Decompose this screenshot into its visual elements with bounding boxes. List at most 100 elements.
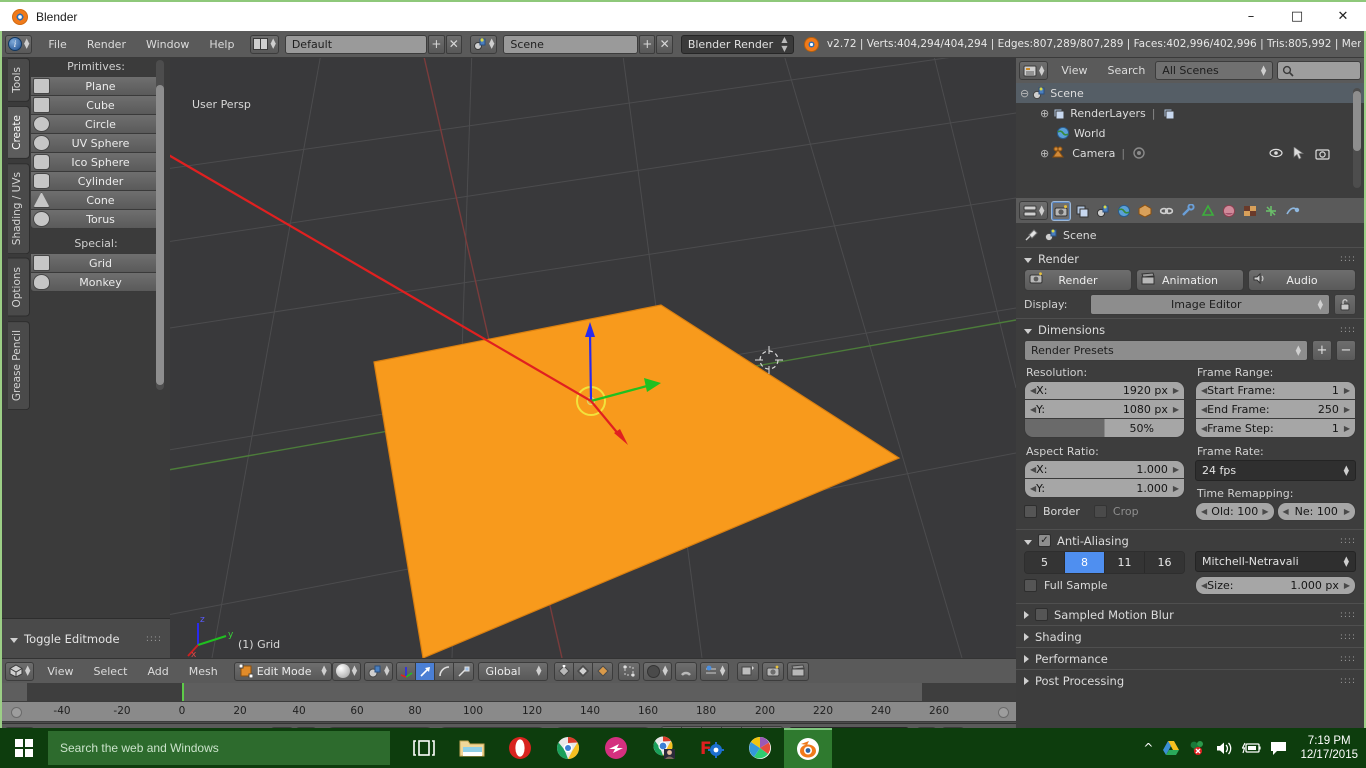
tab-constraints-properties[interactable] bbox=[1156, 201, 1176, 221]
add-ico-sphere-button[interactable]: Ico Sphere bbox=[30, 152, 162, 172]
volume-icon[interactable] bbox=[1216, 741, 1233, 756]
chrome-profile-button[interactable] bbox=[640, 728, 688, 768]
frame-step-field[interactable]: ◀ Frame Step: 1 ▶ bbox=[1195, 419, 1356, 438]
increment-arrow-icon[interactable]: ▶ bbox=[1344, 386, 1350, 395]
properties-editor-type[interactable]: ▲▼ bbox=[1019, 201, 1048, 220]
outliner-display-mode[interactable]: All Scenes ▲▼ bbox=[1155, 61, 1273, 80]
increment-arrow-icon[interactable]: ▶ bbox=[1173, 405, 1179, 414]
add-monkey-button[interactable]: Monkey bbox=[30, 272, 162, 292]
chrome-button[interactable] bbox=[544, 728, 592, 768]
rotate-manipulator-icon[interactable] bbox=[435, 663, 454, 680]
scene-browse-selector[interactable]: ▲▼ bbox=[470, 35, 497, 54]
outliner-menu-view[interactable]: View bbox=[1051, 61, 1097, 80]
expand-toggle-icon[interactable]: ⊕ bbox=[1040, 107, 1049, 120]
viewport-menu-mesh[interactable]: Mesh bbox=[179, 662, 228, 681]
opengl-render-button[interactable] bbox=[737, 662, 759, 681]
add-circle-button[interactable]: Circle bbox=[30, 114, 162, 134]
section-sampled-motion-blur-header[interactable]: Sampled Motion Blur :::: bbox=[1016, 603, 1364, 625]
tab-object-properties[interactable] bbox=[1135, 201, 1155, 221]
render-animation-button[interactable] bbox=[787, 662, 809, 681]
vertex-select-icon[interactable] bbox=[555, 663, 574, 680]
increment-arrow-icon[interactable]: ▶ bbox=[1173, 386, 1179, 395]
add-uv-sphere-button[interactable]: UV Sphere bbox=[30, 133, 162, 153]
display-lock-button[interactable] bbox=[1334, 294, 1356, 315]
outliner-editor[interactable]: ▲▼ View Search All Scenes ▲▼ ⊖ bbox=[1016, 58, 1364, 198]
outliner-editor-type[interactable]: ▲▼ bbox=[1019, 61, 1048, 80]
tab-shading-uvs[interactable]: Shading / UVs bbox=[8, 163, 30, 254]
manipulator-enable-icon[interactable] bbox=[397, 663, 416, 680]
outliner-row-scene[interactable]: ⊖ Scene bbox=[1016, 83, 1364, 103]
add-cylinder-button[interactable]: Cylinder bbox=[30, 171, 162, 191]
crop-checkbox[interactable] bbox=[1094, 505, 1107, 518]
add-layout-button[interactable]: + bbox=[428, 35, 444, 54]
taskbar-clock[interactable]: 7:19 PM 12/17/2015 bbox=[1300, 734, 1358, 762]
increment-arrow-icon[interactable]: ▶ bbox=[1262, 507, 1268, 516]
motion-blur-checkbox[interactable] bbox=[1035, 608, 1048, 621]
selectable-cursor-icon[interactable] bbox=[1293, 147, 1305, 160]
pin-icon[interactable] bbox=[1024, 228, 1038, 242]
limit-selection-visible-button[interactable] bbox=[618, 662, 640, 681]
tab-world-properties[interactable] bbox=[1114, 201, 1134, 221]
viewport-menu-add[interactable]: Add bbox=[137, 662, 178, 681]
section-post-processing-header[interactable]: Post Processing :::: bbox=[1016, 669, 1364, 691]
screen-layout-selector[interactable]: ▲▼ bbox=[250, 35, 278, 54]
section-shading-header[interactable]: Shading :::: bbox=[1016, 625, 1364, 647]
increment-arrow-icon[interactable]: ▶ bbox=[1344, 405, 1350, 414]
start-button[interactable] bbox=[0, 728, 48, 768]
delete-layout-button[interactable]: ✕ bbox=[446, 35, 462, 54]
aa-sample-5[interactable]: 5 bbox=[1025, 552, 1065, 573]
tab-scene-properties[interactable] bbox=[1093, 201, 1113, 221]
render-engine-selector[interactable]: Blender Render ▲▼ bbox=[681, 35, 795, 54]
aa-filter-dropdown[interactable]: Mitchell-Netravali ▲▼ bbox=[1195, 551, 1356, 572]
section-render-header[interactable]: Render :::: bbox=[1016, 247, 1364, 269]
manipulator-toggle-group[interactable] bbox=[396, 662, 474, 681]
timeline-ruler[interactable]: -40 -20 0 20 40 60 80 100 120 140 160 18… bbox=[2, 701, 1016, 722]
tab-grease-pencil[interactable]: Grease Pencil bbox=[8, 321, 30, 410]
menu-render[interactable]: Render bbox=[77, 35, 136, 54]
render-image-button[interactable]: Render bbox=[1024, 269, 1132, 291]
decrement-arrow-icon[interactable]: ◀ bbox=[1201, 507, 1207, 516]
tab-tools[interactable]: Tools bbox=[8, 58, 30, 102]
scale-manipulator-icon[interactable] bbox=[454, 663, 473, 680]
render-image-button[interactable] bbox=[762, 662, 784, 681]
taskbar-search-input[interactable]: Search the web and Windows bbox=[48, 731, 390, 765]
antivirus-shield-icon[interactable] bbox=[1189, 740, 1207, 756]
aa-sample-11[interactable]: 11 bbox=[1105, 552, 1145, 573]
tab-render-layers-properties[interactable] bbox=[1072, 201, 1092, 221]
outliner-search-input[interactable] bbox=[1277, 61, 1361, 80]
renderlayer-data-icon[interactable] bbox=[1162, 106, 1176, 120]
aa-sample-16[interactable]: 16 bbox=[1145, 552, 1184, 573]
decrement-arrow-icon[interactable]: ◀ bbox=[1283, 507, 1289, 516]
outliner-row-renderlayers[interactable]: ⊕ RenderLayers | bbox=[1016, 103, 1364, 123]
viewport-editor-type[interactable]: ▲▼ bbox=[5, 662, 34, 681]
aspect-y-field[interactable]: ◀ Y: 1.000 ▶ bbox=[1024, 479, 1185, 498]
add-grid-button[interactable]: Grid bbox=[30, 253, 162, 273]
increment-arrow-icon[interactable]: ▶ bbox=[1344, 507, 1350, 516]
viewport-menu-select[interactable]: Select bbox=[84, 662, 138, 681]
section-antialiasing-header[interactable]: ✓ Anti-Aliasing :::: bbox=[1016, 529, 1364, 551]
resolution-x-field[interactable]: ◀ X: 1920 px ▶ bbox=[1024, 381, 1185, 400]
battery-charging-icon[interactable] bbox=[1242, 741, 1261, 755]
tab-data-properties[interactable] bbox=[1198, 201, 1218, 221]
menu-help[interactable]: Help bbox=[199, 35, 244, 54]
face-select-icon[interactable] bbox=[593, 663, 612, 680]
close-button[interactable]: ✕ bbox=[1320, 1, 1366, 32]
maximize-button[interactable]: □ bbox=[1274, 1, 1320, 32]
tab-modifiers-properties[interactable] bbox=[1177, 201, 1197, 221]
scene-layers-selector[interactable]: ▲▼ bbox=[364, 662, 393, 681]
outliner-menu-search[interactable]: Search bbox=[1098, 61, 1156, 80]
section-dimensions-header[interactable]: Dimensions :::: bbox=[1016, 318, 1364, 340]
render-presets-dropdown[interactable]: Render Presets ▲▼ bbox=[1024, 340, 1308, 361]
tab-texture-properties[interactable] bbox=[1240, 201, 1260, 221]
resolution-percentage-slider[interactable]: 50% bbox=[1024, 419, 1185, 438]
timeline-scrollbar-right-handle[interactable] bbox=[998, 707, 1009, 718]
increment-arrow-icon[interactable]: ▶ bbox=[1173, 484, 1179, 493]
outliner-row-world[interactable]: World bbox=[1016, 123, 1364, 143]
tab-material-properties[interactable] bbox=[1219, 201, 1239, 221]
minimize-button[interactable]: – bbox=[1228, 1, 1274, 32]
resolution-y-field[interactable]: ◀ Y: 1080 px ▶ bbox=[1024, 400, 1185, 419]
aa-size-field[interactable]: ◀ Size: 1.000 px ▶ bbox=[1195, 576, 1356, 595]
mesh-select-mode-group[interactable] bbox=[554, 662, 613, 681]
transform-orientation-selector[interactable]: Global ▲▼ bbox=[478, 662, 548, 681]
add-torus-button[interactable]: Torus bbox=[30, 209, 162, 229]
